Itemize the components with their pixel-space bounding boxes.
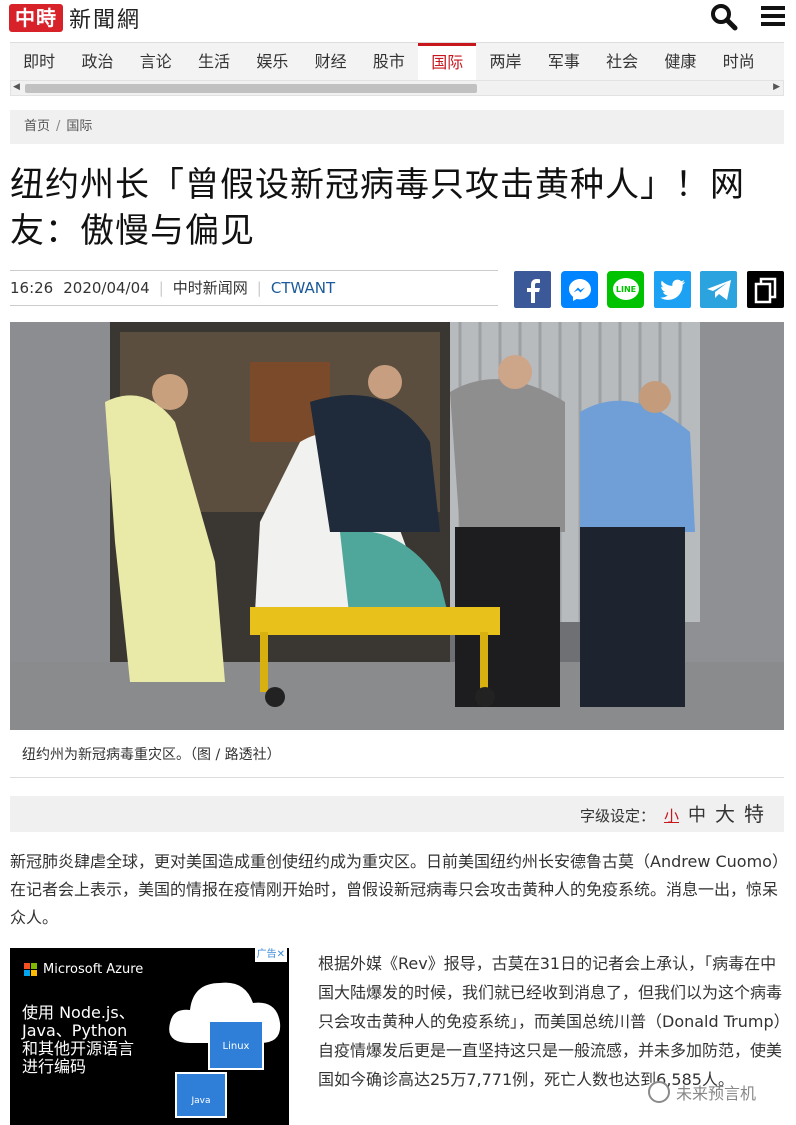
- breadcrumb-section[interactable]: 国际: [66, 119, 92, 134]
- meta-divider: |: [158, 279, 164, 297]
- scroll-right-icon[interactable]: ▶: [773, 82, 780, 92]
- font-size-small[interactable]: 小: [664, 807, 679, 825]
- breadcrumb-home[interactable]: 首页: [24, 119, 50, 134]
- menu-icon[interactable]: [760, 3, 786, 29]
- messenger-icon: [568, 278, 591, 301]
- share-telegram-button[interactable]: [700, 271, 737, 308]
- nav-item-0[interactable]: 即时: [10, 43, 68, 80]
- wechat-icon: [648, 1081, 670, 1103]
- nav-item-4[interactable]: 娱乐: [243, 43, 301, 80]
- font-size-extra[interactable]: 特: [744, 802, 764, 826]
- article-paragraph-2: 根据外媒《Rev》报导，古莫在31日的记者会上承认，「病毒在中国大陆爆发的时候，…: [318, 954, 783, 1089]
- article-source[interactable]: 中时新闻网: [173, 271, 248, 305]
- nav-item-9[interactable]: 军事: [535, 43, 593, 80]
- line-icon: LINE: [612, 277, 639, 300]
- site-logo[interactable]: 中時 新聞網: [9, 4, 142, 33]
- telegram-icon: [706, 279, 731, 300]
- nav-item-1[interactable]: 政治: [68, 43, 126, 80]
- breadcrumb: 首页 / 国际: [10, 110, 784, 144]
- nav-item-12[interactable]: 时尚: [710, 43, 768, 80]
- scroll-thumb[interactable]: [25, 84, 477, 93]
- publish-date: 2020/04/04: [63, 279, 150, 297]
- nav-item-8[interactable]: 两岸: [476, 43, 534, 80]
- breadcrumb-separator: /: [56, 119, 61, 134]
- nav-scrollbar[interactable]: ◀ ▶: [10, 80, 784, 96]
- java-icon: Java: [175, 1072, 227, 1118]
- line-label: LINE: [615, 285, 635, 294]
- font-size-large[interactable]: 大: [715, 802, 735, 826]
- ad-copy: 使用 Node.js、Java、Python 和其他开源语言进行编码: [22, 1003, 135, 1076]
- logo-badge: 中時: [9, 4, 63, 32]
- font-size-setting: 字级设定： 小中大特: [10, 796, 784, 832]
- photo-caption: 纽约州为新冠病毒重灾区。（图 / 路透社）: [10, 738, 784, 778]
- nav-item-6[interactable]: 股市: [360, 43, 418, 80]
- ad-brand-name: Microsoft Azure: [43, 962, 144, 977]
- nav-item-3[interactable]: 生活: [185, 43, 243, 80]
- microsoft-logo-icon: [24, 963, 37, 976]
- article-meta: 16:26 2020/04/04 | 中时新闻网 | CTWANT: [10, 270, 498, 306]
- font-size-label: 字级设定：: [579, 807, 655, 825]
- nav-item-7[interactable]: 国际: [418, 43, 477, 80]
- meta-divider: |: [256, 279, 262, 297]
- share-messenger-button[interactable]: [561, 271, 598, 308]
- article-paragraph-1: 新冠肺炎肆虐全球，更对美国造成重创使纽约成为重灾区。日前美国纽约州长安德鲁古莫（…: [10, 852, 780, 927]
- nav-item-2[interactable]: 言论: [127, 43, 185, 80]
- linux-icon: Linux: [208, 1020, 264, 1070]
- article-author[interactable]: CTWANT: [271, 271, 335, 305]
- ad-brand-logo: Microsoft Azure: [24, 962, 143, 977]
- nav-item-11[interactable]: 健康: [651, 43, 709, 80]
- logo-text: 新聞網: [69, 8, 142, 33]
- article-photo[interactable]: [10, 322, 784, 730]
- share-line-button[interactable]: LINE: [607, 271, 644, 308]
- nav-item-5[interactable]: 财经: [301, 43, 359, 80]
- font-size-medium[interactable]: 中: [688, 805, 706, 826]
- nav-item-10[interactable]: 社会: [593, 43, 651, 80]
- share-copy-link-button[interactable]: [747, 271, 784, 308]
- copy-link-icon: [754, 277, 776, 303]
- search-icon[interactable]: [710, 3, 738, 31]
- article-title: 纽约州长「曾假设新冠病毒只攻击黄种人」！网友：傲慢与偏见: [10, 165, 745, 251]
- advertisement[interactable]: 广告✕ Microsoft Azure Linux Java 使用 Node.j…: [10, 948, 289, 1125]
- share-facebook-button[interactable]: [514, 271, 551, 308]
- share-twitter-button[interactable]: [654, 271, 691, 308]
- twitter-icon: [659, 279, 685, 300]
- top-bar: 中時 新聞網: [0, 0, 796, 36]
- ad-close-button[interactable]: 广告✕: [254, 948, 287, 962]
- facebook-icon: [526, 278, 540, 303]
- wechat-watermark: 未来预言机: [648, 1080, 756, 1104]
- scroll-left-icon[interactable]: ◀: [13, 82, 20, 92]
- ambulance-scene-image: [10, 322, 784, 730]
- watermark-text: 未来预言机: [676, 1084, 757, 1103]
- publish-time: 16:26: [10, 279, 54, 297]
- category-nav: 即时 政治 言论 生活 娱乐 财经 股市 国际 两岸 军事 社会 健康 时尚: [10, 42, 784, 80]
